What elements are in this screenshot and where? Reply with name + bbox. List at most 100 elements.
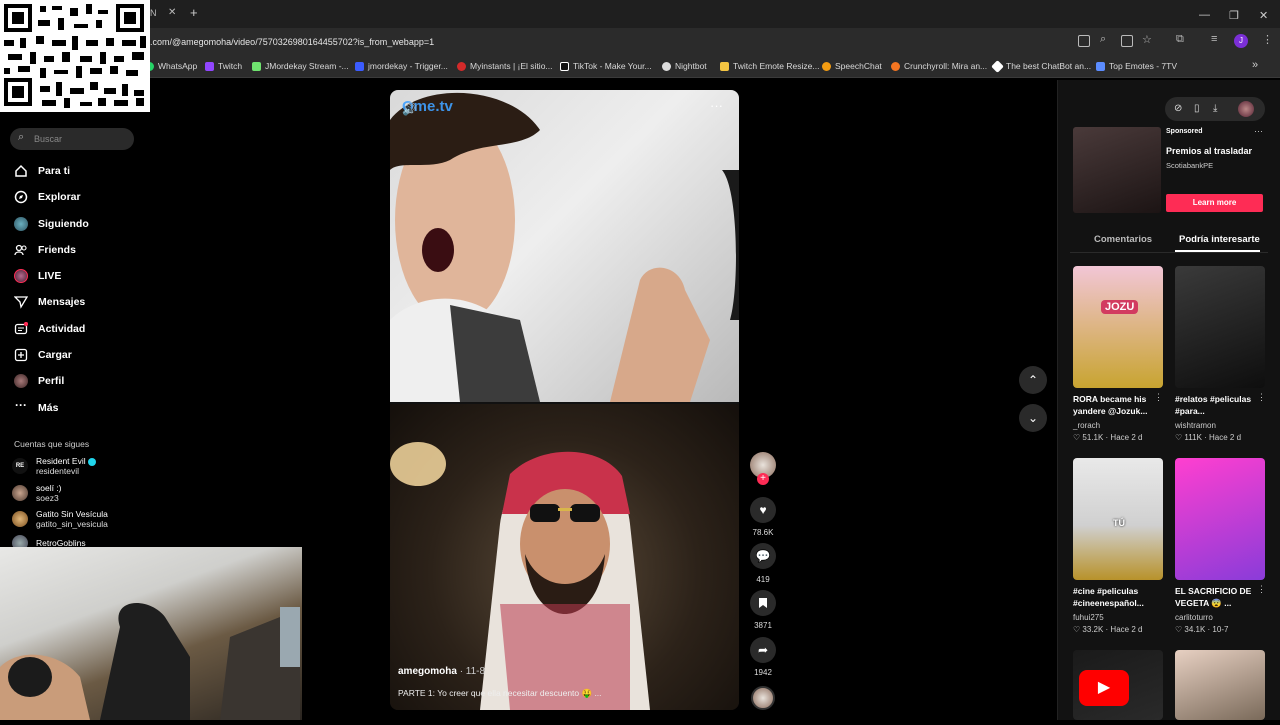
following-icon (14, 217, 28, 231)
bookmark-crunchyroll[interactable]: Crunchyroll: Mira an... (891, 61, 987, 71)
suggested-video-meta: ♡ 34.1K · 10-7 (1175, 625, 1229, 634)
zoom-icon[interactable]: ⌕ (1100, 33, 1106, 46)
verified-icon (87, 457, 96, 466)
following-account[interactable]: soelí :) soez3 (12, 483, 62, 503)
following-account[interactable]: Gatito Sin Vesícula gatito_sin_vesicula (12, 509, 108, 529)
cast-icon[interactable] (1121, 35, 1133, 47)
compass-icon (14, 190, 28, 204)
tab-label[interactable]: N (150, 8, 157, 18)
nav-item-para-ti[interactable]: Para ti (14, 162, 70, 180)
comment-button[interactable]: 💬 (750, 543, 776, 569)
user-avatar[interactable] (1238, 101, 1254, 117)
nav-item-actividad[interactable]: Actividad (14, 320, 85, 338)
ad-more-button[interactable]: ··· (1254, 126, 1263, 136)
suggested-video-user[interactable]: fuhui275 (1073, 613, 1104, 622)
bookmark-icon (759, 598, 767, 608)
nightbot-icon (662, 61, 671, 71)
download-icon[interactable]: ⤓ (1213, 103, 1217, 114)
nav-item-siguiendo[interactable]: Siguiendo (14, 215, 89, 233)
bookmark-tiktok[interactable]: TikTok - Make Your... (560, 61, 652, 71)
coin-icon[interactable]: ⊘ (1174, 103, 1182, 114)
minimize-button[interactable]: — (1199, 9, 1210, 21)
card-more-icon[interactable]: ⋮ (1257, 584, 1266, 595)
search-input[interactable]: ⌕ Buscar (10, 128, 134, 150)
ad-thumbnail[interactable] (1073, 127, 1161, 213)
video-player[interactable]: Ome.tv 🔊 ··· amegomoha · 11-8 PARTE 1: Y… (390, 90, 739, 710)
account-avatar: RE (12, 458, 28, 474)
bookmark-speechchat[interactable]: SpeechChat (822, 61, 882, 71)
share-button[interactable]: ➦ (750, 637, 776, 663)
translate-icon[interactable] (1078, 35, 1090, 47)
ad-brand: ScotiabankPE (1166, 161, 1214, 170)
ad-title: Premios al trasladar (1166, 146, 1253, 156)
trigger-icon (355, 61, 364, 71)
suggested-video-title[interactable]: RORA became his yandere @Jozuk... (1073, 393, 1159, 417)
card-more-icon[interactable]: ⋮ (1257, 392, 1266, 403)
suggested-video-thumbnail[interactable] (1175, 650, 1265, 720)
nav-item-perfil[interactable]: Perfil (14, 372, 64, 390)
url-field[interactable]: .com/@amegomoha/video/757032698016445570… (150, 37, 434, 47)
nav-item-cargar[interactable]: Cargar (14, 346, 72, 364)
nav-item-explorar[interactable]: Explorar (14, 188, 81, 206)
suggested-video-title[interactable]: EL SACRIFICIO DE VEGETA 😨 ... (1175, 585, 1261, 609)
card-more-icon[interactable]: ⋮ (1154, 392, 1163, 403)
video-caption: PARTE 1: Yo creer que ella necesitar des… (398, 688, 602, 698)
tab-comentarios[interactable]: Comentarios (1094, 234, 1152, 245)
video-author[interactable]: amegomoha · 11-8 (398, 666, 485, 677)
follow-plus-icon[interactable]: + (757, 473, 769, 485)
new-tab-button[interactable]: + (190, 5, 198, 20)
send-icon (14, 296, 28, 309)
myinstants-icon (457, 61, 466, 71)
suggested-video-user[interactable]: _rorach (1073, 421, 1100, 430)
bookmark-button[interactable] (750, 590, 776, 616)
bookmark-7tv[interactable]: Top Emotes - 7TV (1096, 61, 1177, 71)
nav-item-mas[interactable]: ··· Más (14, 399, 58, 417)
previous-video-button[interactable]: ⌃ (1019, 366, 1047, 394)
video-more-button[interactable]: ··· (710, 98, 723, 113)
close-window-button[interactable]: ✕ (1259, 9, 1268, 22)
nav-item-friends[interactable]: Friends (14, 241, 76, 259)
nav-item-live[interactable]: LIVE (14, 267, 61, 285)
bookmark-nightbot[interactable]: Nightbot (662, 61, 707, 71)
bookmark-myinstants[interactable]: Myinstants | ¡El sitio... (457, 61, 553, 71)
close-tab-icon[interactable]: ✕ (168, 7, 176, 18)
suggested-video-thumbnail[interactable] (1175, 266, 1265, 388)
bookmarks-overflow-icon[interactable]: » (1252, 59, 1258, 71)
device-icon[interactable]: ▯ (1194, 103, 1200, 114)
bookmark-jmordekay-trigger[interactable]: jmordekay - Trigger... (355, 61, 448, 71)
suggested-video-title[interactable]: #relatos #peliculas #para... (1175, 393, 1261, 417)
bookmark-twitch[interactable]: Twitch (205, 61, 242, 71)
following-account[interactable]: RE Resident Evil residentevil (12, 456, 96, 476)
restore-button[interactable]: ❐ (1229, 9, 1239, 22)
heart-outline-icon: ♡ (1073, 433, 1081, 442)
suggested-video-user[interactable]: carlitoturro (1175, 613, 1213, 622)
star-icon[interactable]: ☆ (1142, 33, 1152, 46)
extensions-icon[interactable]: ⧉ (1176, 33, 1184, 46)
reading-list-icon[interactable]: ≡ (1211, 33, 1217, 45)
avatar-icon (14, 374, 28, 388)
tab-podria-interesarte[interactable]: Podría interesarte (1179, 234, 1260, 245)
heart-outline-icon: ♡ (1175, 625, 1183, 634)
like-count: 78.6K (752, 528, 774, 537)
profile-avatar[interactable]: J (1234, 34, 1248, 48)
suggested-video-thumbnail[interactable] (1175, 458, 1265, 580)
music-disc-icon[interactable] (751, 686, 775, 710)
suggested-video-title[interactable]: #cine #peliculas #cineenespañol... (1073, 585, 1159, 609)
suggested-video-thumbnail[interactable]: JOZU (1073, 266, 1163, 388)
suggested-video-thumbnail[interactable]: TÚ (1073, 458, 1163, 580)
bookmark-twitch-emote[interactable]: Twitch Emote Resize... (720, 61, 819, 71)
search-placeholder: Buscar (34, 134, 63, 144)
bookmark-whatsapp[interactable]: WhatsApp (145, 61, 197, 71)
chevron-down-icon: ⌄ (1027, 411, 1039, 425)
volume-icon[interactable]: 🔊 (402, 102, 417, 116)
nav-item-mensajes[interactable]: Mensajes (14, 293, 85, 311)
suggested-video-thumbnail[interactable]: ▶ (1073, 650, 1163, 720)
browser-menu-icon[interactable]: ⋮ (1262, 33, 1273, 46)
bookmark-jmordekay-stream[interactable]: JMordekay Stream -... (252, 61, 349, 71)
suggested-video-meta: ♡ 51.1K · Hace 2 d (1073, 433, 1143, 442)
like-button[interactable]: ♥ (750, 497, 776, 523)
suggested-video-user[interactable]: wishtramon (1175, 421, 1216, 430)
ad-cta-button[interactable]: Learn more (1166, 194, 1263, 212)
bookmark-chatbot[interactable]: The best ChatBot an... (991, 59, 1091, 73)
next-video-button[interactable]: ⌄ (1019, 404, 1047, 432)
